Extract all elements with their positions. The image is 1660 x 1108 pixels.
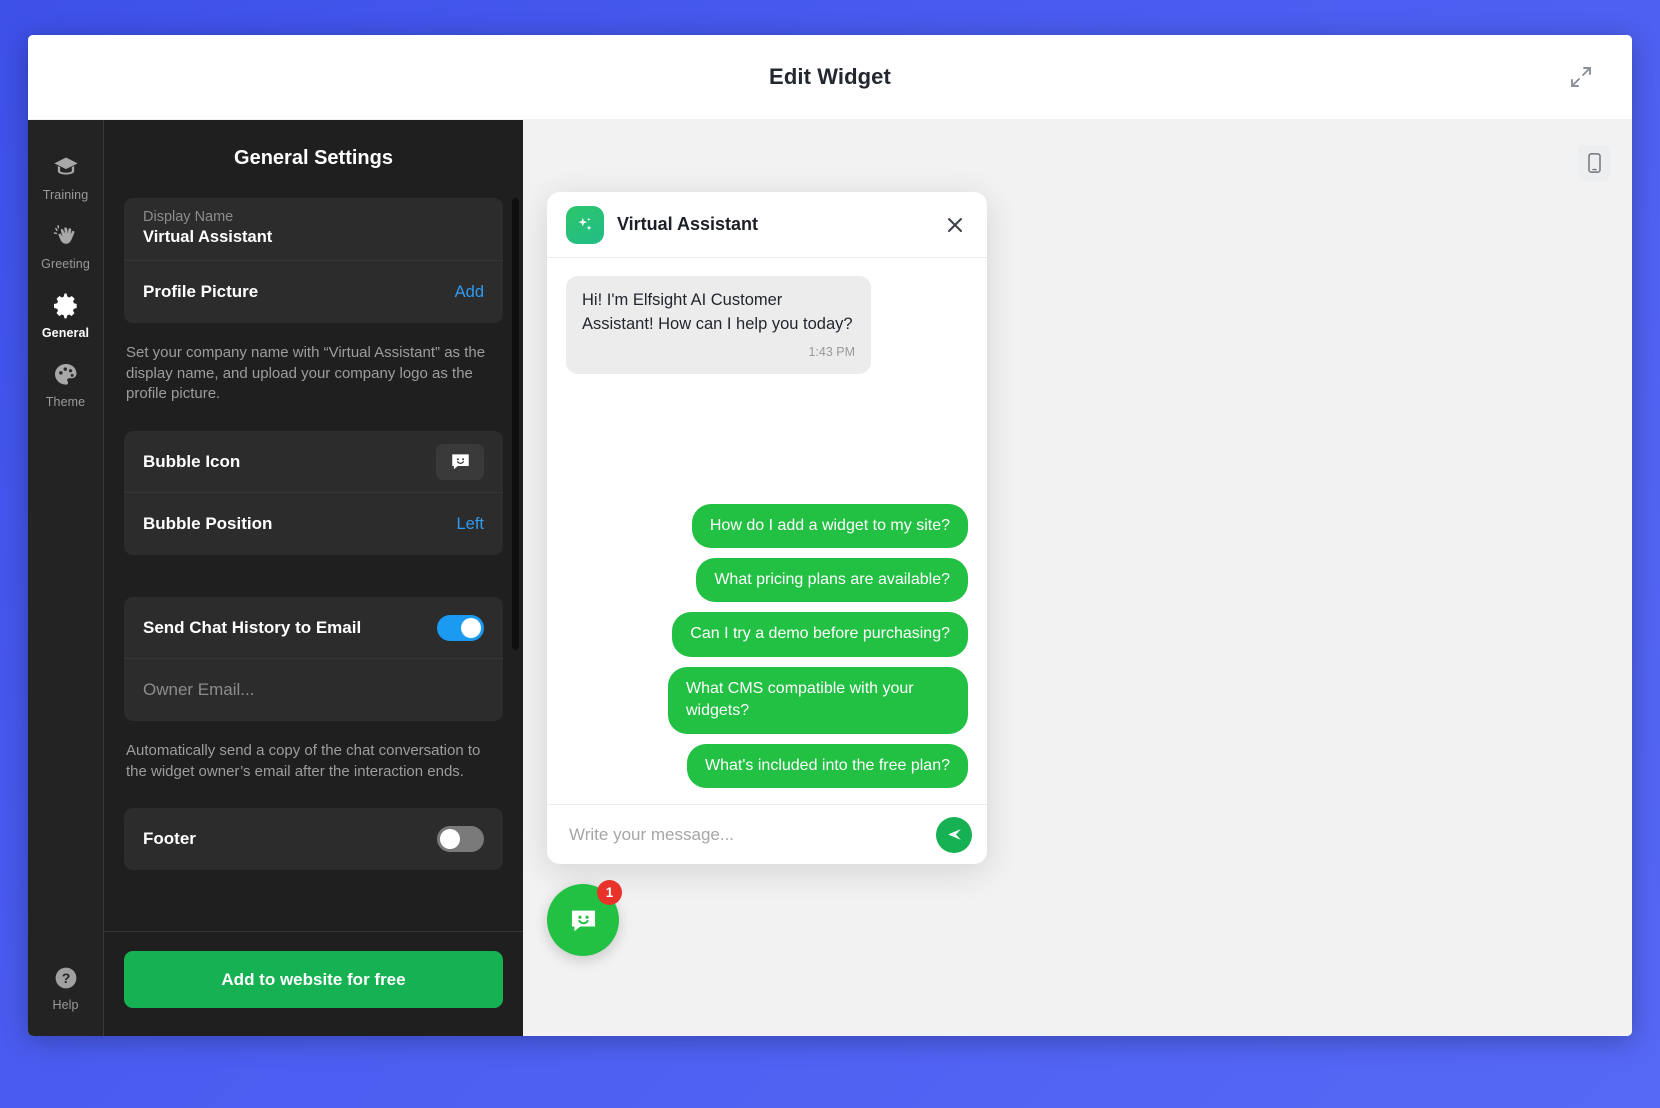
settings-scroll-area[interactable]: General Settings Display Name Virtual As… xyxy=(104,120,523,931)
bubble-position-row[interactable]: Bubble Position Left xyxy=(124,493,503,555)
footer-card: Footer xyxy=(124,808,503,871)
bubble-card: Bubble Icon Bubble Position Left xyxy=(124,431,503,556)
owner-email-row[interactable]: Owner Email... xyxy=(124,659,503,721)
mobile-phone-icon[interactable] xyxy=(1578,145,1610,181)
sidebar-item-label: Help xyxy=(52,998,79,1012)
chat-widget-preview: Virtual Assistant Hi! I'm Elfsight AI Cu… xyxy=(547,192,987,864)
send-chat-history-label: Send Chat History to Email xyxy=(143,617,362,637)
chat-launcher-bubble[interactable]: 1 xyxy=(547,880,622,956)
waving-hand-icon xyxy=(51,222,81,252)
quick-reply-button[interactable]: Can I try a demo before purchasing? xyxy=(672,612,968,657)
profile-picture-label: Profile Picture xyxy=(143,282,259,301)
profile-picture-row[interactable]: Profile Picture Add xyxy=(124,261,503,323)
quick-reply-button[interactable]: What's included into the free plan? xyxy=(687,743,968,788)
sidebar-item-label: Theme xyxy=(45,395,86,409)
expand-arrows-icon[interactable] xyxy=(1560,56,1602,98)
widget-preview-area: Virtual Assistant Hi! I'm Elfsight AI Cu… xyxy=(523,120,1632,1036)
status-badge: 1 xyxy=(597,880,622,905)
footer-toggle[interactable] xyxy=(437,826,484,853)
chat-bubble-smiley-icon[interactable] xyxy=(436,443,484,480)
svg-text:?: ? xyxy=(61,970,70,986)
chat-widget-title: Virtual Assistant xyxy=(617,214,759,234)
footer-label: Footer xyxy=(143,829,196,849)
toggle-knob xyxy=(461,617,481,638)
page-title: Edit Widget xyxy=(769,64,891,89)
close-icon[interactable] xyxy=(942,212,968,238)
send-chat-history-row[interactable]: Send Chat History to Email xyxy=(124,597,503,660)
sidebar-item-training[interactable]: Training xyxy=(28,142,103,211)
edit-widget-window: Edit Widget Training Greeting General Th… xyxy=(28,35,1632,1036)
footer-row[interactable]: Footer xyxy=(124,808,503,870)
quick-reply-button[interactable]: What pricing plans are available? xyxy=(696,558,968,603)
owner-email-input[interactable]: Owner Email... xyxy=(143,680,254,700)
palette-icon xyxy=(51,360,81,390)
sidebar-item-label: Greeting xyxy=(41,257,90,271)
chat-history-card: Send Chat History to Email Owner Email..… xyxy=(124,597,503,722)
identity-hint-text: Set your company name with “Virtual Assi… xyxy=(126,344,486,403)
display-name-label: Display Name xyxy=(143,209,234,225)
chat-header: Virtual Assistant xyxy=(547,192,987,258)
sidebar-item-greeting[interactable]: Greeting xyxy=(28,211,103,280)
display-name-value: Virtual Assistant xyxy=(143,228,273,246)
question-mark-circle-icon: ? xyxy=(51,963,81,993)
profile-picture-add-button[interactable]: Add xyxy=(455,283,484,302)
chat-history-hint-text: Automatically send a copy of the chat co… xyxy=(126,742,481,780)
identity-card: Display Name Virtual Assistant Profile P… xyxy=(124,198,503,323)
chat-message-input[interactable] xyxy=(569,824,926,845)
settings-scrollbar[interactable] xyxy=(512,198,519,650)
sidebar-item-help[interactable]: ? Help xyxy=(28,952,103,1036)
send-paper-plane-icon[interactable] xyxy=(936,816,972,853)
bot-message-text: Hi! I'm Elfsight AI Customer Assistant! … xyxy=(582,291,853,333)
window-body: Training Greeting General Theme ? Help G… xyxy=(28,120,1632,1036)
send-chat-history-toggle[interactable] xyxy=(437,614,484,641)
general-settings-panel: General Settings Display Name Virtual As… xyxy=(103,120,523,1036)
sidebar-item-label: General xyxy=(41,326,90,340)
display-name-field[interactable]: Display Name Virtual Assistant xyxy=(124,198,503,261)
quick-reply-button[interactable]: How do I add a widget to my site? xyxy=(691,503,968,549)
bubble-icon-label: Bubble Icon xyxy=(143,451,241,471)
sparkles-icon xyxy=(566,205,604,244)
quick-reply-button[interactable]: What CMS compatible with your widgets? xyxy=(668,666,968,734)
gear-icon xyxy=(51,291,81,321)
settings-footer-bar: Add to website for free xyxy=(104,931,523,1036)
settings-panel-title: General Settings xyxy=(234,147,393,169)
bot-message-bubble: Hi! I'm Elfsight AI Customer Assistant! … xyxy=(566,276,871,374)
bot-message-time: 1:43 PM xyxy=(808,344,855,359)
chat-message-list: Hi! I'm Elfsight AI Customer Assistant! … xyxy=(547,258,987,804)
sidebar-item-general[interactable]: General xyxy=(28,280,103,349)
chat-input-row xyxy=(547,804,987,864)
section-rail: Training Greeting General Theme ? Help xyxy=(28,120,103,1036)
toggle-knob xyxy=(440,829,460,850)
window-titlebar: Edit Widget xyxy=(28,35,1632,120)
bubble-icon-row[interactable]: Bubble Icon xyxy=(124,431,503,494)
quick-reply-list: How do I add a widget to my site? What p… xyxy=(566,503,968,796)
add-to-website-button[interactable]: Add to website for free xyxy=(124,951,503,1008)
bubble-position-value[interactable]: Left xyxy=(456,515,484,534)
bubble-position-label: Bubble Position xyxy=(143,514,273,534)
sidebar-item-theme[interactable]: Theme xyxy=(28,349,103,418)
sidebar-item-label: Training xyxy=(42,188,89,202)
graduation-cap-icon xyxy=(51,153,81,183)
